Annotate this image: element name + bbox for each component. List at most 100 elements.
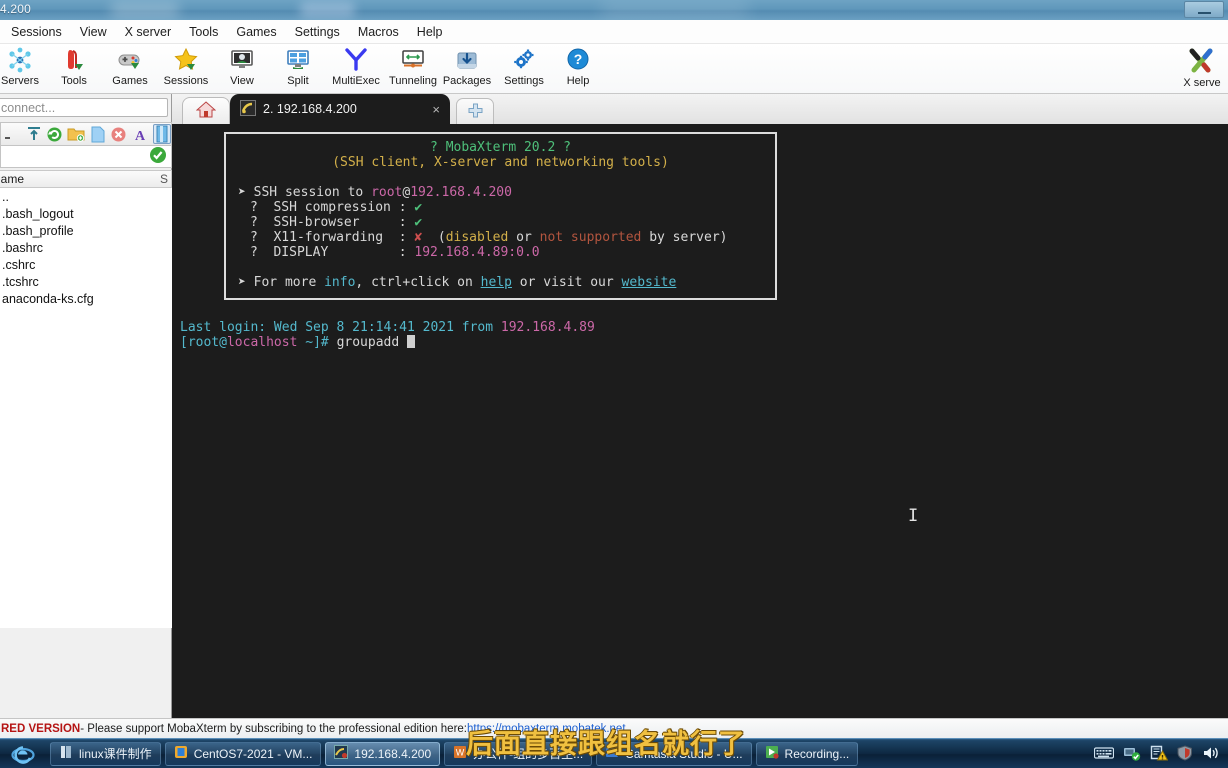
taskbar-item-label: 192.168.4.200 xyxy=(354,746,432,761)
banner-row-ssh-compression: ? SSH compression : ✔ xyxy=(226,200,775,215)
toolbar-label-help: Help xyxy=(566,75,590,87)
toolbar-button-tunneling[interactable]: Tunneling xyxy=(384,46,442,92)
new-tab-button[interactable] xyxy=(456,98,494,124)
list-item[interactable]: .. xyxy=(0,188,172,205)
new-folder-icon[interactable] xyxy=(67,124,85,144)
svg-text:W: W xyxy=(456,748,465,758)
toolbar-button-tools[interactable]: Tools xyxy=(46,46,102,92)
partial-icon[interactable] xyxy=(3,124,21,144)
toolbar-button-view[interactable]: View xyxy=(214,46,270,92)
toolbar-button-settings[interactable]: Settings xyxy=(496,46,552,92)
list-item[interactable]: .cshrc xyxy=(0,256,172,273)
titlebar-glow xyxy=(300,1,355,18)
toolbar-label-packages: Packages xyxy=(442,75,492,87)
file-name: .tcshrc xyxy=(2,274,39,289)
keyboard-layout-icon[interactable] xyxy=(1093,746,1115,763)
terminal-prompt-area: Last login: Wed Sep 8 21:14:41 2021 from… xyxy=(180,320,595,350)
file-list[interactable]: .. .bash_logout .bash_profile .bashrc .c… xyxy=(0,188,172,628)
banner-title-line: ? MobaXterm 20.2 ? xyxy=(226,140,775,155)
taskbar-item-centos7-vm[interactable]: CentOS7-2021 - VM... xyxy=(164,741,322,766)
tab-home[interactable] xyxy=(182,97,230,124)
prompt-host: localhost xyxy=(226,335,298,350)
menu-item-xserver[interactable]: X server xyxy=(116,22,181,42)
toolbar-label-settings: Settings xyxy=(504,75,544,87)
new-file-icon[interactable] xyxy=(88,124,106,144)
network-ok-icon[interactable] xyxy=(1123,745,1141,764)
menu-item-tools[interactable]: Tools xyxy=(180,22,227,42)
toolbar-button-split[interactable]: Split xyxy=(270,46,326,92)
menu-item-help[interactable]: Help xyxy=(408,22,452,42)
banner-footer-bullet: ➤ xyxy=(238,275,246,290)
status-message: - Please support MobaXterm by subscribin… xyxy=(80,722,467,735)
prompt-open: [ xyxy=(180,335,188,350)
binary-mode-icon[interactable] xyxy=(152,124,172,144)
internet-explorer-icon[interactable] xyxy=(0,739,46,768)
banner-session-line: ➤ SSH session to root@192.168.4.200 xyxy=(226,185,775,200)
upload-icon[interactable] xyxy=(24,124,42,144)
quick-connect-input[interactable]: connect... xyxy=(0,98,168,117)
list-item[interactable]: anaconda-ks.cfg xyxy=(0,290,172,307)
list-item[interactable]: .bash_logout xyxy=(0,205,172,222)
tab-session-192-168-4-200[interactable]: 2. 192.168.4.200 × xyxy=(230,94,450,124)
tunneling-icon xyxy=(400,46,426,74)
website-link[interactable]: website xyxy=(622,275,677,290)
menu-item-games[interactable]: Games xyxy=(227,22,285,42)
minimize-button[interactable] xyxy=(1184,1,1224,18)
banner-subtitle: (SSH client, X-server and networking too… xyxy=(332,155,669,170)
banner-spacer xyxy=(226,170,775,185)
toolbar-label-servers: Servers xyxy=(1,75,39,87)
window-title-bar[interactable]: 4.200 xyxy=(0,0,1228,20)
connection-ok-icon xyxy=(149,146,167,167)
taskbar-item-linux-courseware[interactable]: linux课件制作 xyxy=(50,741,161,766)
packages-icon xyxy=(454,46,480,74)
list-item[interactable]: .tcshrc xyxy=(0,273,172,290)
help-link[interactable]: help xyxy=(481,275,512,290)
row-note-unsupported: not supported xyxy=(539,230,642,245)
toolbar-button-multiexec[interactable]: MultiExec xyxy=(326,46,386,92)
close-icon[interactable]: × xyxy=(432,102,440,117)
file-name: .bash_profile xyxy=(2,223,74,238)
column-header-name: lame xyxy=(0,172,25,186)
toolbar-button-help[interactable]: ? Help xyxy=(550,46,606,92)
banner-footer-mid: , ctrl+click on xyxy=(355,275,481,290)
menu-item-view[interactable]: View xyxy=(71,22,116,42)
file-list-header[interactable]: lame S xyxy=(0,170,172,188)
toolbar-button-xserver[interactable]: X serve xyxy=(1176,46,1228,92)
command-line[interactable]: [root@localhost ~]# groupadd xyxy=(180,335,595,350)
view-icon xyxy=(229,46,255,74)
banner-spacer xyxy=(226,260,775,275)
titlebar-glow xyxy=(600,2,750,18)
terminal-output-area[interactable]: ? MobaXterm 20.2 ? (SSH client, X-server… xyxy=(172,124,1228,718)
tab-bar: 2. 192.168.4.200 × xyxy=(172,94,1228,124)
list-item[interactable]: .bashrc xyxy=(0,239,172,256)
svg-text:?: ? xyxy=(574,51,583,67)
action-center-warning-icon[interactable] xyxy=(1150,745,1169,764)
menu-item-sessions[interactable]: Sessions xyxy=(2,22,71,42)
taskbar-item-mobaxterm[interactable]: 192.168.4.200 xyxy=(325,741,441,766)
last-login-text: Last login: Wed Sep 8 21:14:41 2021 from xyxy=(180,320,501,335)
list-item[interactable]: .bash_profile xyxy=(0,222,172,239)
plus-icon xyxy=(467,102,484,122)
banner-footer-mid2: or visit our xyxy=(511,275,622,290)
security-shield-icon[interactable] xyxy=(1177,744,1193,764)
toolbar-button-packages[interactable]: Packages xyxy=(440,46,494,92)
volume-icon[interactable] xyxy=(1202,745,1220,764)
delete-icon[interactable] xyxy=(110,124,128,144)
banner-title-prefix: ? xyxy=(430,140,446,155)
menu-item-macros[interactable]: Macros xyxy=(349,22,408,42)
last-login-ip: 192.168.4.89 xyxy=(500,320,595,335)
banner-footer-info: info xyxy=(324,275,356,290)
file-name: .. xyxy=(2,189,9,204)
toolbar-button-servers[interactable]: Servers xyxy=(0,46,48,92)
refresh-icon[interactable] xyxy=(46,124,64,144)
toolbar-label-games: Games xyxy=(112,75,148,87)
row-label: ? SSH-browser : xyxy=(250,215,415,230)
banner-title-suffix: ? xyxy=(555,140,571,155)
last-login-line: Last login: Wed Sep 8 21:14:41 2021 from… xyxy=(180,320,595,335)
toolbar-button-games[interactable]: Games xyxy=(102,46,158,92)
toolbar-button-sessions[interactable]: Sessions xyxy=(158,46,214,92)
text-mode-icon[interactable]: A xyxy=(131,124,149,144)
taskbar-item-recording[interactable]: Recording... xyxy=(755,741,859,766)
home-icon xyxy=(195,100,217,122)
menu-item-settings[interactable]: Settings xyxy=(286,22,349,42)
